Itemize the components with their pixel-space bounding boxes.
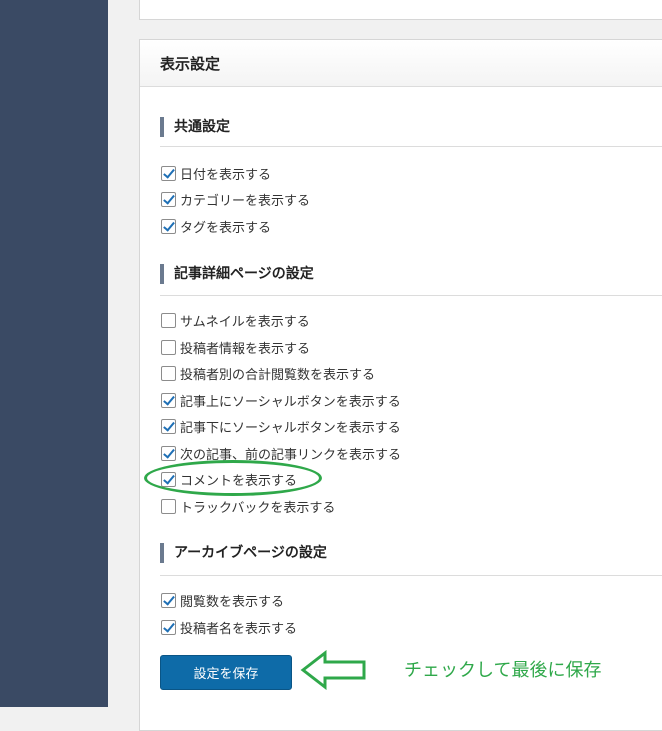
option-show-author-info[interactable]: 投稿者情報を表示する (161, 337, 310, 357)
checkbox[interactable] (161, 191, 176, 207)
display-settings-panel: 表示設定 共通設定 日付を表示する カテゴリーを表示する タグを表示する 記事詳… (139, 39, 662, 731)
option-label: 記事上にソーシャルボタンを表示する (180, 394, 401, 410)
option-show-author-name[interactable]: 投稿者名を表示する (161, 617, 297, 637)
section-title-article-detail: 記事詳細ページの設定 (160, 264, 314, 284)
checkbox[interactable] (161, 445, 176, 461)
option-label: トラックバックを表示する (180, 500, 336, 516)
checkbox[interactable] (161, 498, 176, 514)
section-title-archive: アーカイブページの設定 (160, 543, 327, 563)
option-label: サムネイルを表示する (180, 314, 310, 330)
option-social-buttons-bottom[interactable]: 記事下にソーシャルボタンを表示する (161, 416, 401, 436)
option-show-tags[interactable]: タグを表示する (161, 216, 271, 236)
option-show-date[interactable]: 日付を表示する (161, 163, 271, 183)
section-divider (160, 146, 662, 147)
section-title-common: 共通設定 (160, 117, 230, 137)
option-show-trackbacks[interactable]: トラックバックを表示する (161, 496, 335, 516)
checkbox[interactable] (161, 165, 176, 181)
annotation-text: チェックして最後に保存 (404, 660, 602, 681)
checkbox[interactable] (161, 218, 176, 234)
option-show-category[interactable]: カテゴリーを表示する (161, 189, 310, 209)
option-show-author-total-views[interactable]: 投稿者別の合計閲覧数を表示する (161, 363, 375, 383)
highlight-ellipse (144, 460, 322, 496)
option-label: タグを表示する (180, 220, 272, 236)
checkbox[interactable] (161, 619, 176, 635)
option-label: 日付を表示する (180, 167, 272, 183)
checkbox[interactable] (161, 365, 176, 381)
section-divider (160, 575, 662, 576)
checkbox[interactable] (161, 392, 176, 408)
save-settings-button[interactable]: 設定を保存 (160, 655, 292, 690)
option-label: 投稿者別の合計閲覧数を表示する (180, 367, 376, 383)
section-divider (160, 295, 662, 296)
option-label: カテゴリーを表示する (180, 193, 311, 209)
panel-title: 表示設定 (140, 40, 662, 87)
option-label: 閲覧数を表示する (180, 594, 285, 610)
option-label: 投稿者情報を表示する (180, 341, 311, 357)
option-label: 投稿者名を表示する (180, 621, 298, 637)
left-arrow-icon (300, 650, 366, 690)
option-label: 記事下にソーシャルボタンを表示する (180, 420, 401, 436)
option-show-view-count[interactable]: 閲覧数を表示する (161, 590, 284, 610)
admin-sidebar (0, 0, 108, 707)
checkbox[interactable] (161, 339, 176, 355)
option-social-buttons-top[interactable]: 記事上にソーシャルボタンを表示する (161, 390, 401, 410)
option-next-prev-links[interactable]: 次の記事、前の記事リンクを表示する (161, 443, 401, 463)
checkbox[interactable] (161, 592, 176, 608)
checkbox[interactable] (161, 418, 176, 434)
checkbox[interactable] (161, 312, 176, 328)
previous-panel (139, 0, 662, 20)
option-show-thumbnail[interactable]: サムネイルを表示する (161, 310, 310, 330)
